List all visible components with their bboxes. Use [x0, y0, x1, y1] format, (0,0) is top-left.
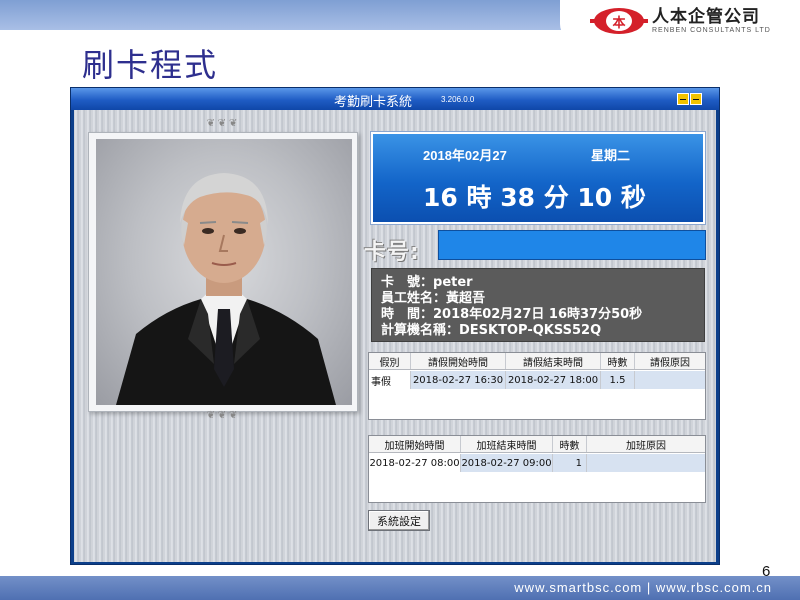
slide-bottom-bar: www.smartbsc.com | www.rbsc.com.cn [0, 576, 800, 600]
leave-header-type[interactable]: 假別 [369, 353, 411, 369]
window-title-bar[interactable]: 考勤刷卡系統 3.206.0.0 [71, 88, 719, 110]
person-portrait-icon [116, 173, 336, 405]
table-row[interactable]: 2018-02-27 08:00 2018-02-27 09:00 1 [369, 454, 705, 472]
swipe-info-panel: 卡 號：peter 員工姓名：黃超吾 時 間：2018年02月27日 16時37… [371, 268, 705, 342]
window-version: 3.206.0.0 [441, 95, 475, 104]
system-settings-button[interactable]: 系統設定 [368, 510, 430, 531]
leave-header-hours[interactable]: 時數 [601, 353, 635, 369]
logo-mark-icon: 本 [590, 8, 648, 34]
card-number-label: 卡号: [364, 240, 420, 265]
card-number-input[interactable] [438, 230, 706, 260]
employee-photo [96, 139, 352, 405]
app-body: ❦ ❦ ❦ ❦ ❦ ❦ 2018年02月27 星期二 16 時 38 分 10 … [74, 110, 716, 562]
info-computer-value: DESKTOP-QKSS52Q [459, 323, 602, 338]
attendance-app-window: 考勤刷卡系統 3.206.0.0 ❦ ❦ ❦ ❦ ❦ ❦ 2018年02月27 … [70, 87, 720, 565]
ot-header-start[interactable]: 加班開始時間 [369, 436, 461, 452]
clock-date: 2018年02月27 [423, 148, 507, 163]
ot-cell-hours: 1 [553, 454, 587, 472]
close-button[interactable] [690, 93, 702, 105]
info-computer-row: 計算機名稱：DESKTOP-QKSS52Q [381, 319, 601, 338]
leave-cell-type: 事假 [369, 371, 411, 389]
ot-cell-end: 2018-02-27 09:00 [461, 454, 553, 472]
ot-header-hours[interactable]: 時數 [553, 436, 587, 452]
minimize-button[interactable] [677, 93, 689, 105]
slide-title: 刷卡程式 [82, 46, 219, 84]
table-row[interactable]: 事假 2018-02-27 16:30 2018-02-27 18:00 1.5 [369, 371, 705, 389]
ot-cell-start: 2018-02-27 08:00 [369, 454, 461, 472]
clock-weekday: 星期二 [591, 148, 631, 163]
leave-cell-end: 2018-02-27 18:00 [506, 371, 601, 389]
clock-time: 16 時 38 分 10 秒 [423, 183, 646, 212]
overtime-table[interactable]: 加班開始時間 加班結束時間 時數 加班原因 2018-02-27 08:00 2… [368, 435, 706, 503]
leave-cell-start: 2018-02-27 16:30 [411, 371, 506, 389]
info-computer-label: 計算機名稱： [381, 323, 460, 338]
ornament-top-icon: ❦ ❦ ❦ [206, 118, 238, 129]
company-logo: 本 人本企管公司 RENBEN CONSULTANTS LTD [560, 0, 800, 42]
ornament-bottom-icon: ❦ ❦ ❦ [206, 410, 238, 421]
leave-cell-reason [635, 371, 705, 389]
leave-header-start[interactable]: 請假開始時間 [411, 353, 506, 369]
leave-cell-hours: 1.5 [601, 371, 635, 389]
window-title: 考勤刷卡系統 [334, 95, 413, 110]
footer-urls: www.smartbsc.com | www.rbsc.com.cn [514, 580, 772, 595]
leave-table[interactable]: 假別 請假開始時間 請假結束時間 時數 請假原因 事假 2018-02-27 1… [368, 352, 706, 420]
ot-header-end[interactable]: 加班結束時間 [461, 436, 553, 452]
clock-panel: 2018年02月27 星期二 16 時 38 分 10 秒 [370, 131, 706, 225]
leave-table-header: 假別 請假開始時間 請假結束時間 時數 請假原因 [369, 353, 705, 370]
logo-name-cn: 人本企管公司 [652, 6, 760, 27]
ot-header-reason[interactable]: 加班原因 [587, 436, 705, 452]
overtime-table-header: 加班開始時間 加班結束時間 時數 加班原因 [369, 436, 705, 453]
leave-header-reason[interactable]: 請假原因 [635, 353, 705, 369]
logo-name-en: RENBEN CONSULTANTS LTD [652, 26, 771, 34]
employee-photo-frame [88, 132, 358, 412]
leave-header-end[interactable]: 請假結束時間 [506, 353, 601, 369]
ot-cell-reason [587, 454, 705, 472]
